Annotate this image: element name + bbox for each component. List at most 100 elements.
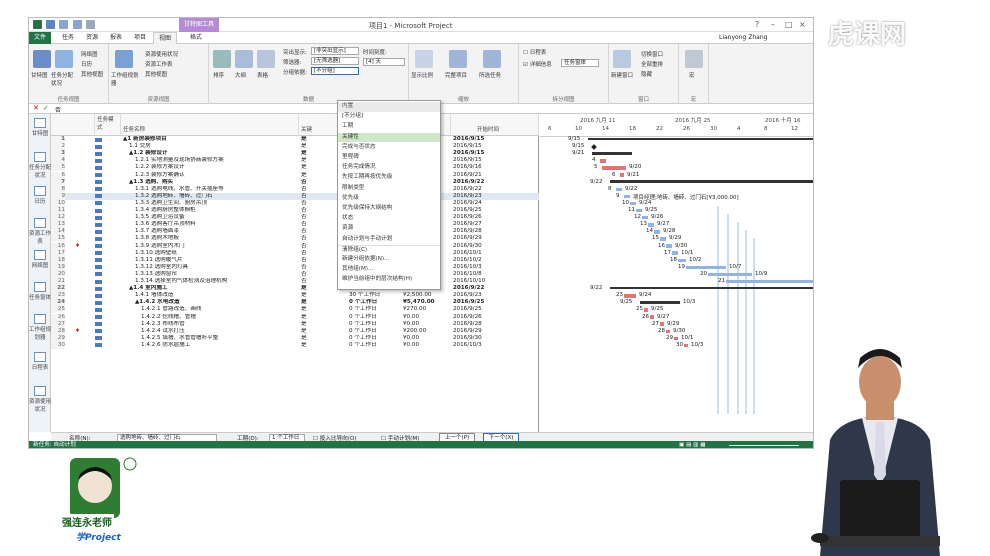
- start-cell[interactable]: 2016/9/22: [453, 186, 539, 193]
- customize-icon[interactable]: [85, 20, 95, 29]
- task-name-cell[interactable]: 1.4.2.2 挖线槽、管槽: [141, 314, 299, 321]
- task-bar[interactable]: [666, 244, 672, 248]
- task-name-cell[interactable]: 1.2.2 装修方案设计: [135, 164, 299, 171]
- start-cell[interactable]: 2016/10/8: [453, 271, 539, 278]
- table-row[interactable]: 201.3.13 选购窗帘否30 个工作日¥1,300.002016/10/8: [51, 270, 539, 278]
- task-name-cell[interactable]: 1.3.10 选购壁纸: [135, 250, 299, 257]
- row-number[interactable]: 14: [51, 228, 65, 236]
- tables-icon[interactable]: [257, 50, 275, 68]
- save-icon[interactable]: [46, 20, 56, 29]
- macros-button[interactable]: 宏: [689, 71, 695, 79]
- new-window-button[interactable]: 新建窗口: [611, 71, 633, 79]
- view-task-form[interactable]: 任务窗体: [29, 282, 51, 301]
- row-number[interactable]: 3: [51, 150, 65, 158]
- sort-button[interactable]: 排序: [213, 71, 224, 79]
- table-row[interactable]: 81.3.1 选购电线、水管、开关插座等否1 个工作日2016/9/22: [51, 185, 539, 193]
- cost-cell[interactable]: ¥270.00: [403, 306, 451, 313]
- duration-cell[interactable]: 30 个工作日: [349, 292, 403, 299]
- dropdown-option[interactable]: 里程碑: [338, 153, 440, 163]
- tab-task[interactable]: 任务: [57, 32, 79, 44]
- task-bar[interactable]: [684, 343, 688, 348]
- task-bar[interactable]: [726, 279, 813, 284]
- summary-bar[interactable]: [592, 152, 632, 155]
- start-cell[interactable]: 2016/9/29: [453, 235, 539, 242]
- start-cell[interactable]: 2016/9/28: [453, 228, 539, 235]
- start-cell[interactable]: 2016/9/30: [453, 335, 539, 342]
- task-name-cell[interactable]: 1.3.11 选购暖气片: [135, 257, 299, 264]
- filter-select[interactable]: [无筛选器]: [311, 57, 359, 65]
- network-button[interactable]: 网络图: [81, 50, 98, 58]
- table-row[interactable]: 61.2.3 装修方案确认是1 个工作日2016/9/21: [51, 171, 539, 179]
- dropdown-option[interactable]: 优先级: [338, 194, 440, 204]
- entry-field[interactable]: 否: [55, 105, 61, 114]
- table-row[interactable]: 25 1.4.2.1 管路改造、画线是 0 个工作日 ¥270.00 2016/9/25: [51, 306, 539, 314]
- task-bar[interactable]: [648, 223, 654, 227]
- undo-icon[interactable]: [59, 20, 69, 29]
- table-row[interactable]: 41.2.1 实地测量及现场协商装修方案是1 个工作日2016/9/15: [51, 157, 539, 165]
- start-cell[interactable]: 2016/10/1: [453, 250, 539, 257]
- tab-view[interactable]: 视图: [153, 32, 178, 44]
- table-row[interactable]: 28 ♦ 1.4.2.4 试水打压是 0 个工作日 ¥200.00 2016/9/29: [51, 327, 539, 335]
- task-bar[interactable]: [624, 294, 636, 298]
- col-header-select-all[interactable]: [51, 114, 95, 136]
- table-row[interactable]: 191.3.12 选购室内灯具否30 个工作日¥3,250.002016/10/…: [51, 263, 539, 271]
- table-row[interactable]: 91.3.2 选购地砖、墙砖、过门石否1 个工作日2016/9/23: [51, 192, 539, 200]
- task-bar[interactable]: [650, 315, 654, 319]
- other-views-button[interactable]: 其他视图: [81, 70, 103, 78]
- critical-cell[interactable]: 是: [301, 299, 345, 306]
- team-planner-button[interactable]: 工作组规划器: [111, 71, 143, 87]
- start-cell[interactable]: 2016/10/3: [453, 342, 539, 349]
- task-name-cell[interactable]: 1.3.4 选购厨房整体橱柜: [135, 207, 299, 214]
- entire-project-icon[interactable]: [449, 50, 467, 68]
- close-icon[interactable]: ×: [799, 20, 806, 29]
- start-cell[interactable]: 2016/9/22: [453, 285, 539, 292]
- task-bar[interactable]: [708, 272, 752, 277]
- task-name-cell[interactable]: 1.4.2.1 管路改造、画线: [141, 306, 299, 313]
- row-number[interactable]: 15: [51, 235, 65, 243]
- row-number[interactable]: 30: [51, 341, 65, 349]
- dropdown-option[interactable]: 自动计划与手动计划: [338, 235, 440, 245]
- row-number[interactable]: 9: [51, 192, 65, 200]
- task-name-cell[interactable]: 1.4.2.3 布线布管: [141, 321, 299, 328]
- view-network[interactable]: 网络图: [29, 250, 51, 269]
- duration-cell[interactable]: 0 个工作日: [349, 328, 403, 335]
- start-cell[interactable]: 2016/9/15: [453, 143, 539, 150]
- tab-report[interactable]: 报表: [105, 32, 127, 44]
- row-number[interactable]: 23: [51, 292, 65, 300]
- summary-bar[interactable]: [610, 286, 813, 290]
- tab-resource[interactable]: 资源: [81, 32, 103, 44]
- dropdown-option[interactable]: 状态: [338, 214, 440, 224]
- view-gantt[interactable]: 甘特图: [29, 118, 51, 137]
- start-cell[interactable]: 2016/9/29: [453, 328, 539, 335]
- table-row[interactable]: 21.1 交房是0 个工作日2016/9/15: [51, 143, 539, 151]
- start-cell[interactable]: 2016/9/25: [453, 306, 539, 313]
- dropdown-option[interactable]: 工期: [338, 122, 440, 132]
- table-row[interactable]: 171.3.10 选购壁纸否30 个工作日¥1,050.002016/10/1: [51, 249, 539, 257]
- details-checkbox[interactable]: ☑ 详细信息: [523, 60, 552, 68]
- table-row[interactable]: 30 1.4.2.6 防水层施工是 0 个工作日 ¥0.00 2016/10/3: [51, 341, 539, 349]
- task-bar[interactable]: [636, 208, 642, 213]
- row-number[interactable]: 8: [51, 185, 65, 193]
- group-by-select[interactable]: [不分组]: [311, 67, 359, 75]
- task-name-cell[interactable]: ▲1.4.2 水电改造: [135, 299, 299, 306]
- row-number[interactable]: 12: [51, 214, 65, 222]
- table-row[interactable]: 24 ▲1.4.2 水电改造是 0 个工作日 ¥5,470.00 2016/9/25: [51, 299, 539, 307]
- task-bar[interactable]: [642, 215, 648, 220]
- dropdown-option[interactable]: 关键性: [338, 132, 440, 143]
- selected-tasks-button[interactable]: 所选任务: [479, 71, 501, 79]
- start-cell[interactable]: 2016/10/2: [453, 257, 539, 264]
- task-bar[interactable]: [660, 322, 664, 326]
- table-row[interactable]: 23 1.4.1 墙体改造是 30 个工作日 ¥2,500.00 2016/9/23: [51, 292, 539, 300]
- task-name-cell[interactable]: 1.4.2.4 试水打压: [141, 328, 299, 335]
- resource-sheet-button[interactable]: 资源工作表: [145, 60, 173, 68]
- start-cell[interactable]: 2016/9/26: [453, 314, 539, 321]
- arrange-all-button[interactable]: 全部重排: [641, 60, 663, 68]
- col-header-mode[interactable]: 任务模式: [95, 114, 121, 136]
- task-name-cell[interactable]: 1.3.8 选购木地板: [135, 235, 299, 242]
- row-number[interactable]: 5: [51, 164, 65, 172]
- table-row[interactable]: 151.3.8 选购木地板否1 个工作日2016/9/29: [51, 235, 539, 243]
- tab-project[interactable]: 项目: [129, 32, 151, 44]
- gantt-chart-icon[interactable]: [33, 50, 51, 68]
- task-bar[interactable]: [630, 201, 636, 206]
- details-select[interactable]: 任务窗体: [561, 59, 599, 67]
